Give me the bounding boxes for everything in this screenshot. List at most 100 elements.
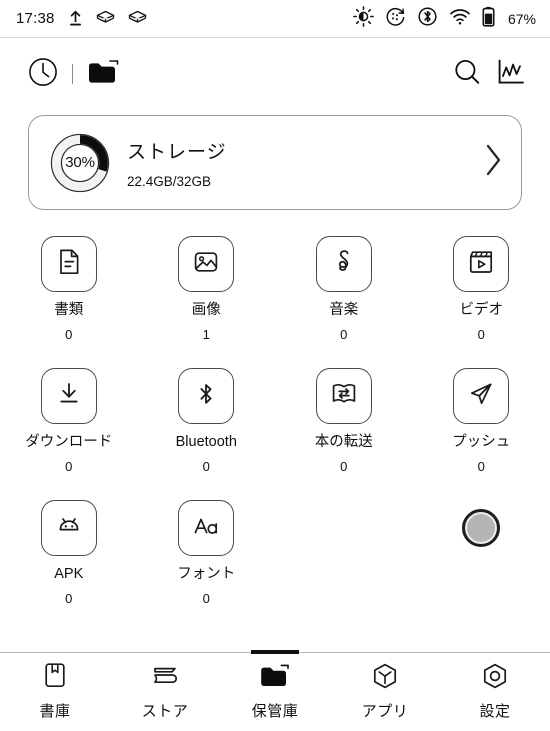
grid-row: 書類 0 画像 1 音楽 0 ビデオ 0 bbox=[0, 236, 550, 368]
nav-item-storage[interactable]: 保管庫 bbox=[220, 653, 330, 731]
store-books-icon bbox=[150, 660, 180, 692]
search-icon[interactable] bbox=[452, 57, 482, 92]
nav-item-library[interactable]: 書庫 bbox=[0, 653, 110, 731]
document-icon bbox=[54, 247, 84, 282]
tile-label: ダウンロード bbox=[25, 434, 113, 450]
tile-label: プッシュ bbox=[452, 434, 511, 450]
file-manager-screen: 17:38 67% 30% ストレージ 22.4GB/32GB 書類 0 画像 … bbox=[0, 0, 550, 731]
nav-label: 保管庫 bbox=[251, 703, 299, 720]
tile-count: 0 bbox=[65, 458, 73, 474]
tile-count: 0 bbox=[340, 326, 348, 342]
android-icon bbox=[54, 511, 84, 546]
nav-item-settings[interactable]: 設定 bbox=[440, 653, 550, 731]
storage-donut: 30% bbox=[49, 132, 111, 194]
tile-documents[interactable]: 書類 0 bbox=[0, 236, 138, 368]
tile-label: 本の転送 bbox=[314, 434, 373, 450]
tile-push[interactable]: プッシュ 0 bbox=[413, 368, 550, 500]
download-icon-tile bbox=[40, 368, 97, 424]
font-aa-icon bbox=[191, 511, 221, 546]
storage-card[interactable]: 30% ストレージ 22.4GB/32GB bbox=[28, 115, 522, 210]
nav-item-apps[interactable]: アプリ bbox=[330, 653, 440, 731]
book-transfer-icon bbox=[329, 379, 359, 414]
status-bar-left: 17:38 bbox=[16, 10, 147, 28]
image-icon bbox=[191, 247, 221, 282]
chevron-right-icon[interactable] bbox=[483, 143, 503, 182]
floating-round-button[interactable] bbox=[462, 509, 501, 547]
tile-label: 書類 bbox=[54, 302, 84, 318]
tile-count: 0 bbox=[340, 458, 348, 474]
music-note-icon bbox=[329, 247, 359, 282]
storage-usage: 22.4GB/32GB bbox=[127, 173, 212, 189]
push-icon-tile bbox=[453, 368, 510, 424]
download-icon bbox=[54, 379, 84, 414]
battery-icon[interactable] bbox=[482, 6, 495, 32]
nav-label: ストア bbox=[141, 703, 189, 720]
upload-icon[interactable] bbox=[68, 10, 83, 27]
image-icon-tile bbox=[178, 236, 235, 292]
tile-count: 1 bbox=[202, 326, 210, 342]
grid-empty-cell bbox=[275, 500, 413, 632]
clock-icon[interactable] bbox=[28, 57, 58, 92]
bluetooth-icon-tile bbox=[178, 368, 235, 424]
library-book-icon bbox=[41, 660, 69, 692]
grid-fab-cell bbox=[413, 500, 550, 632]
brightness-icon[interactable] bbox=[353, 5, 374, 32]
refresh-dots-icon[interactable] bbox=[385, 6, 406, 32]
video-icon-tile bbox=[453, 236, 510, 292]
toolbar-left bbox=[28, 57, 121, 92]
music-icon-tile bbox=[315, 236, 372, 292]
tile-music[interactable]: 音楽 0 bbox=[275, 236, 413, 368]
bottom-navigation: 書庫 ストア 保管庫 アプリ 設定 bbox=[0, 652, 550, 731]
grid-row: ダウンロード 0 Bluetooth 0 本の転送 0 プッシュ 0 bbox=[0, 368, 550, 500]
tile-count: 0 bbox=[477, 458, 485, 474]
storage-title: ストレージ bbox=[127, 141, 227, 163]
layers-icon[interactable] bbox=[96, 10, 115, 28]
toolbar-right bbox=[452, 57, 526, 92]
toolbar bbox=[0, 38, 550, 110]
video-clapper-icon bbox=[466, 247, 496, 282]
nav-label: アプリ bbox=[361, 703, 409, 720]
toolbar-divider bbox=[72, 64, 73, 84]
folder-icon[interactable] bbox=[87, 58, 121, 91]
tile-count: 0 bbox=[477, 326, 485, 342]
tile-video[interactable]: ビデオ 0 bbox=[413, 236, 550, 368]
storage-folder-icon bbox=[258, 660, 292, 692]
tile-book-transfer[interactable]: 本の転送 0 bbox=[275, 368, 413, 500]
nav-item-store[interactable]: ストア bbox=[110, 653, 220, 731]
tile-label: フォント bbox=[177, 566, 236, 582]
bluetooth-icon bbox=[191, 379, 221, 414]
category-grid: 書類 0 画像 1 音楽 0 ビデオ 0 ダウンロード 0 Bluetooth … bbox=[0, 236, 550, 632]
tile-downloads[interactable]: ダウンロード 0 bbox=[0, 368, 138, 500]
tile-label: 画像 bbox=[191, 302, 221, 318]
wifi-icon[interactable] bbox=[449, 7, 471, 31]
tile-label: Bluetooth bbox=[175, 434, 237, 450]
book-transfer-icon-tile bbox=[315, 368, 372, 424]
tile-count: 0 bbox=[65, 326, 73, 342]
apps-cube-icon bbox=[370, 660, 400, 692]
tile-images[interactable]: 画像 1 bbox=[138, 236, 276, 368]
storage-percent-label: 30% bbox=[65, 154, 95, 171]
chart-icon[interactable] bbox=[496, 57, 526, 92]
tile-fonts[interactable]: フォント 0 bbox=[138, 500, 276, 632]
tile-label: APK bbox=[54, 566, 84, 582]
grid-row: APK 0 フォント 0 bbox=[0, 500, 550, 632]
tile-count: 0 bbox=[202, 458, 210, 474]
storage-text-block: ストレージ 22.4GB/32GB bbox=[127, 137, 227, 189]
nav-label: 設定 bbox=[479, 703, 511, 720]
tile-bluetooth[interactable]: Bluetooth 0 bbox=[138, 368, 276, 500]
nav-label: 書庫 bbox=[39, 703, 71, 720]
status-bar: 17:38 67% bbox=[0, 0, 550, 38]
document-icon-tile bbox=[40, 236, 97, 292]
tile-count: 0 bbox=[202, 590, 210, 606]
bluetooth-icon[interactable] bbox=[417, 6, 438, 32]
status-bar-right: 67% bbox=[353, 5, 536, 32]
battery-percent: 67% bbox=[507, 10, 536, 27]
tile-apk[interactable]: APK 0 bbox=[0, 500, 138, 632]
tile-label: ビデオ bbox=[459, 302, 504, 318]
apk-icon-tile bbox=[40, 500, 97, 556]
tile-label: 音楽 bbox=[329, 302, 359, 318]
layers-icon[interactable] bbox=[128, 10, 147, 28]
send-paperplane-icon bbox=[466, 379, 496, 414]
tile-count: 0 bbox=[65, 590, 73, 606]
status-time: 17:38 bbox=[16, 10, 55, 27]
